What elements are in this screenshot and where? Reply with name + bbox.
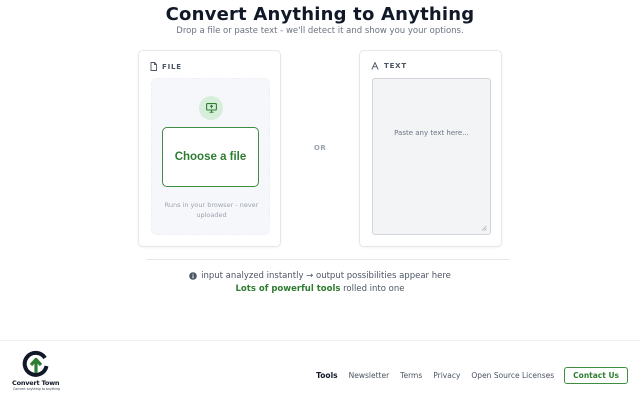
convert-town-logo[interactable]: Convert Town Convert anything to anythin… [12,350,62,394]
nav-privacy-link[interactable]: Privacy [433,371,460,380]
page-subtitle: Drop a file or paste text - we'll detect… [176,26,464,36]
text-card-header: TEXT [371,62,407,70]
footer: Convert Town Convert anything to anythin… [0,340,640,400]
info-line: input analyzed instantly → output possib… [0,271,640,281]
logo-tagline: Convert anything to anything [13,387,60,391]
or-separator: OR [313,144,327,152]
info-icon [189,272,197,280]
resize-grip-icon[interactable] [481,225,487,231]
file-card-label: FILE [162,62,182,71]
tagline: Lots of powerful tools rolled into one [0,284,640,294]
info-text: input analyzed instantly → output possib… [201,271,451,281]
nav-open-source-link[interactable]: Open Source Licenses [471,371,554,380]
section-divider [146,259,510,260]
upload-badge [199,96,223,120]
logo-mark-icon [22,350,49,377]
footer-nav: Tools Newsletter Terms Privacy Open Sour… [316,367,628,384]
page-title: Convert Anything to Anything [165,4,475,25]
tagline-highlight: Lots of powerful tools [235,284,341,294]
tagline-rest: rolled into one [340,284,405,294]
nav-terms-link[interactable]: Terms [400,371,422,380]
text-icon [371,62,379,70]
file-card: FILE Choose a file Runs in your browser … [138,50,281,247]
logo-name: Convert Town [12,379,60,387]
nav-newsletter-link[interactable]: Newsletter [349,371,390,380]
file-drop-zone[interactable]: Choose a file Runs in your browser - nev… [151,78,270,235]
monitor-upload-icon [205,103,217,113]
text-card-label: TEXT [384,62,407,70]
text-input[interactable] [372,78,491,235]
text-card: TEXT [359,50,502,247]
file-card-header: FILE [150,62,182,71]
choose-file-button[interactable]: Choose a file [162,127,259,187]
nav-tools-link[interactable]: Tools [316,371,337,380]
privacy-note: Runs in your browser - never uploaded [164,201,259,219]
document-icon [150,62,157,71]
contact-us-button[interactable]: Contact Us [564,367,628,384]
